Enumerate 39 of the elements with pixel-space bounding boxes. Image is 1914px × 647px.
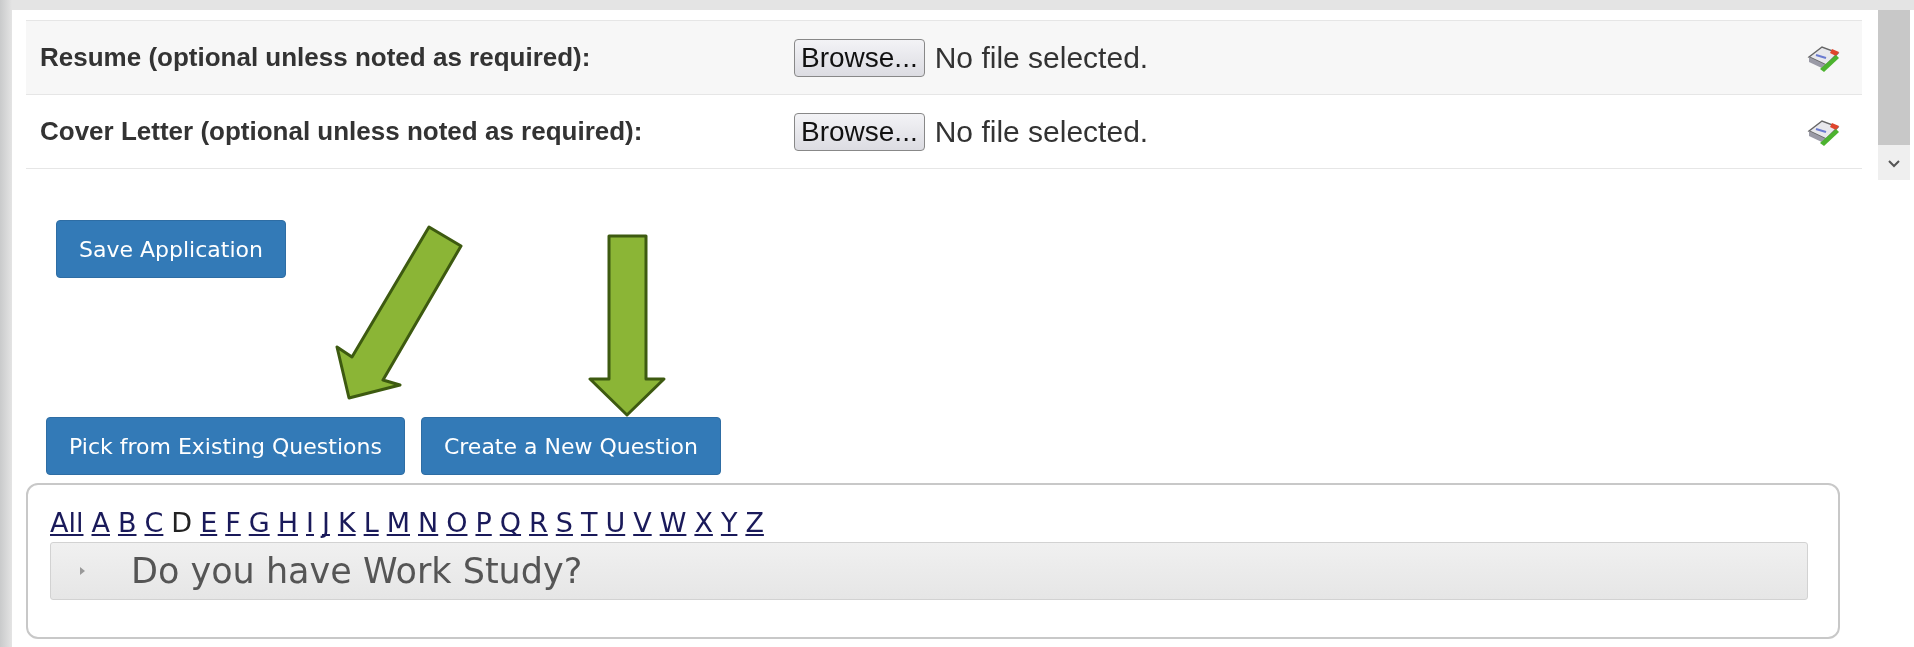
letter-link[interactable]: K [337,507,356,538]
letter-link[interactable]: R [529,507,548,538]
letter-link[interactable]: Y [720,507,738,538]
letter-link[interactable]: X [694,507,713,538]
letter-link[interactable]: M [386,507,410,538]
save-application-button[interactable]: Save Application [56,220,286,278]
field-label: Resume (optional unless noted as required): [40,42,592,73]
letter-link[interactable]: U [605,507,626,538]
letter-link[interactable]: Z [745,507,764,538]
letter-label: D [171,507,193,538]
letter-link[interactable]: All [50,507,84,538]
letter-link[interactable]: L [363,507,379,538]
letter-link[interactable]: G [248,507,270,538]
field-label: Cover Letter (optional unless noted as required): [40,116,644,147]
letter-link[interactable]: E [200,507,218,538]
scrollbar[interactable] [1878,10,1910,180]
question-button[interactable]: Create a New Question [420,417,721,475]
letter-link[interactable]: W [659,507,687,538]
file-status: No file selected. [934,40,1149,75]
letter-link[interactable]: O [446,507,468,538]
letter-link[interactable]: P [475,507,492,538]
file-status: No file selected. [934,114,1149,149]
letter-link[interactable]: C [144,507,164,538]
question-accordion[interactable]: Do you have Work Study? [50,542,1808,600]
letter-link[interactable]: B [117,507,137,538]
letter-link[interactable]: V [633,507,652,538]
letter-link[interactable]: S [555,507,573,538]
question-button[interactable]: Pick from Existing Questions [46,417,405,475]
caret-icon[interactable] [1887,159,1901,169]
letter-link[interactable]: F [225,507,241,538]
browse-button[interactable]: Browse... [794,112,925,151]
letter-link[interactable]: T [580,507,598,538]
letter-link[interactable]: A [91,507,110,538]
letter-link[interactable]: H [277,507,298,538]
browse-button[interactable]: Browse... [794,38,925,77]
letter-link[interactable]: I [306,507,314,538]
letter-link[interactable]: N [418,507,439,538]
letter-link[interactable]: J [321,507,330,538]
letter-link[interactable]: Q [499,507,522,538]
